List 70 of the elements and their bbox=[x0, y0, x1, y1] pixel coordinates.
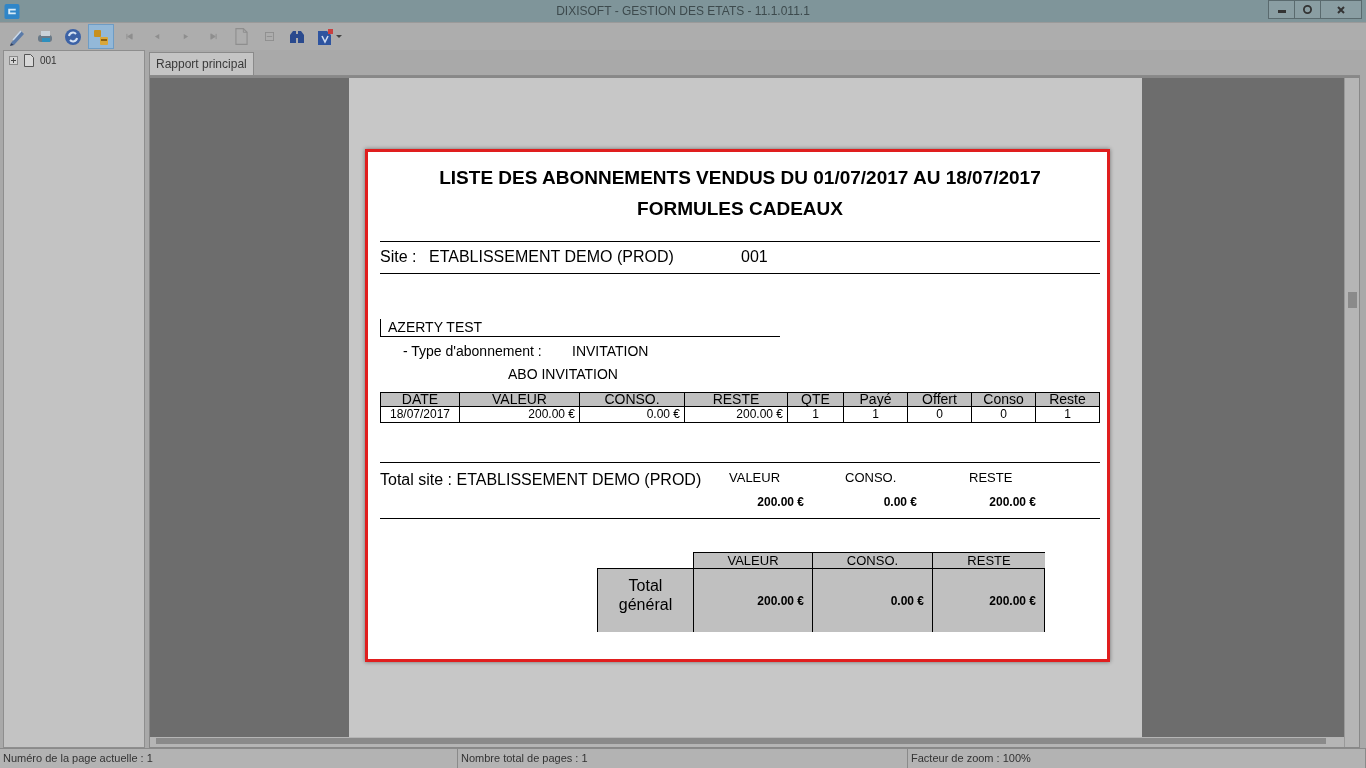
caret-icon bbox=[336, 35, 342, 38]
next-icon bbox=[181, 33, 189, 40]
scroll-thumb[interactable] bbox=[156, 738, 1326, 744]
type-value: INVITATION bbox=[572, 343, 649, 359]
close-icon bbox=[1337, 5, 1345, 14]
table-cell: 200.00 € bbox=[685, 407, 788, 423]
page-icon bbox=[234, 28, 248, 45]
column-header: DATE bbox=[381, 393, 460, 407]
table-cell: 200.00 € bbox=[460, 407, 580, 423]
total-value: 200.00 € bbox=[988, 494, 1036, 510]
horizontal-scrollbar[interactable] bbox=[150, 737, 1344, 747]
grand-total-value: 0.00 € bbox=[812, 568, 932, 632]
total-value: 200.00 € bbox=[756, 494, 804, 510]
total-heading: CONSO. bbox=[845, 470, 897, 486]
grand-total-value: 200.00 € bbox=[693, 568, 812, 632]
vertical-scrollbar[interactable] bbox=[1344, 78, 1359, 747]
column-header: Reste bbox=[1036, 393, 1100, 407]
table-cell: 0 bbox=[972, 407, 1036, 423]
document-icon bbox=[316, 27, 334, 46]
expand-icon[interactable] bbox=[9, 56, 18, 65]
type-label: - Type d'abonnement : bbox=[403, 343, 543, 359]
refresh-icon bbox=[64, 27, 82, 46]
client-name: AZERTY TEST bbox=[380, 319, 780, 337]
window-title: DIXISOFT - GESTION DES ETATS - 11.1.011.1 bbox=[556, 4, 810, 18]
app-icon bbox=[4, 3, 20, 19]
grand-total-value: 200.00 € bbox=[932, 568, 1045, 632]
close-button[interactable] bbox=[1320, 0, 1362, 19]
site-code: 001 bbox=[741, 247, 768, 267]
column-header: RESTE bbox=[932, 552, 1045, 568]
formula-name: ABO INVITATION bbox=[507, 366, 619, 382]
total-heading: VALEUR bbox=[729, 470, 781, 486]
column-header: VALEUR bbox=[460, 393, 580, 407]
site-name: ETABLISSEMENT DEMO (PROD) bbox=[429, 247, 675, 267]
grand-total-label: Total général bbox=[597, 568, 693, 632]
previous-icon bbox=[153, 33, 161, 40]
column-header: RESTE bbox=[685, 393, 788, 407]
total-value: 0.00 € bbox=[882, 494, 917, 510]
column-header: Conso bbox=[972, 393, 1036, 407]
table-cell: 1 bbox=[844, 407, 908, 423]
scroll-thumb[interactable] bbox=[1348, 292, 1357, 308]
table-cell: 1 bbox=[788, 407, 844, 423]
site-total-label: Total site : ETABLISSEMENT DEMO (PROD) bbox=[380, 470, 703, 490]
tab[interactable]: Rapport principal bbox=[149, 52, 254, 75]
column-header: Offert bbox=[908, 393, 972, 407]
status-field: Numéro de la page actuelle : 1 bbox=[0, 749, 458, 768]
table-cell: 0.00 € bbox=[580, 407, 685, 423]
column-header: CONSO. bbox=[580, 393, 685, 407]
maximize-button[interactable] bbox=[1294, 0, 1321, 19]
document-icon bbox=[24, 54, 34, 67]
site-label: Site : bbox=[380, 247, 418, 267]
status-field: Nombre total de pages : 1 bbox=[458, 749, 908, 768]
report-title: LISTE DES ABONNEMENTS VENDUS DU 01/07/2017 AU 18/07/2017 bbox=[438, 166, 1042, 189]
minimize-icon bbox=[1277, 10, 1286, 13]
column-header: CONSO. bbox=[812, 552, 932, 568]
column-header: VALEUR bbox=[693, 552, 812, 568]
first-page-icon bbox=[125, 33, 133, 40]
minus-square-icon bbox=[264, 32, 274, 41]
minimize-button[interactable] bbox=[1268, 0, 1295, 19]
maximize-icon bbox=[1303, 5, 1312, 14]
last-page-icon bbox=[209, 33, 217, 40]
squares-icon bbox=[92, 27, 110, 46]
tree-item[interactable]: 001 bbox=[40, 55, 57, 66]
column-header: Payé bbox=[844, 393, 908, 407]
column-header: QTE bbox=[788, 393, 844, 407]
status-field: Facteur de zoom : 100% bbox=[908, 749, 1366, 768]
report-title: FORMULES CADEAUX bbox=[636, 197, 844, 220]
table-cell: 0 bbox=[908, 407, 972, 423]
table-cell: 1 bbox=[1036, 407, 1100, 423]
total-heading: RESTE bbox=[969, 470, 1013, 486]
table-cell: 18/07/2017 bbox=[381, 407, 460, 423]
